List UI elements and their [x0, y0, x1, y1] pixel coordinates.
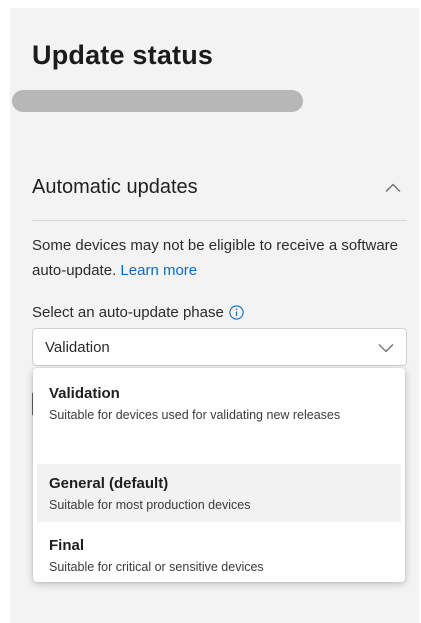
collapse-section-button[interactable]: [379, 174, 407, 202]
section-title: Automatic updates: [32, 176, 198, 198]
option-general-default[interactable]: General (default) Suitable for most prod…: [37, 464, 401, 522]
update-status-panel: Update status Automatic updates Some dev…: [10, 8, 419, 623]
phase-options-listbox: Validation Suitable for devices used for…: [33, 368, 405, 582]
section-description: Some devices may not be eligible to rece…: [32, 233, 407, 283]
redacted-placeholder: [12, 90, 303, 112]
section-header-automatic-updates: Automatic updates: [32, 168, 407, 221]
option-validation[interactable]: Validation Suitable for devices used for…: [37, 384, 401, 450]
chevron-down-icon: [378, 340, 394, 358]
option-description: Suitable for devices used for validating…: [49, 408, 341, 422]
phase-label-text: Select an auto-update phase: [32, 304, 224, 321]
option-title: General (default): [49, 475, 169, 492]
info-icon[interactable]: [229, 305, 244, 320]
option-title: Final: [49, 537, 85, 554]
learn-more-link[interactable]: Learn more: [120, 262, 197, 279]
phase-field-label: Select an auto-update phase: [32, 304, 244, 321]
phase-selected-value: Validation: [45, 339, 110, 356]
phase-dropdown[interactable]: Validation: [32, 328, 407, 366]
description-text: Some devices may not be eligible to rece…: [32, 237, 399, 279]
option-final[interactable]: Final Suitable for critical or sensitive…: [37, 536, 401, 580]
page-title: Update status: [32, 40, 214, 70]
option-description: Suitable for most production devices: [49, 498, 251, 512]
chevron-up-icon: [385, 183, 401, 192]
option-title: Validation: [49, 385, 120, 402]
option-description: Suitable for critical or sensitive devic…: [49, 560, 264, 574]
